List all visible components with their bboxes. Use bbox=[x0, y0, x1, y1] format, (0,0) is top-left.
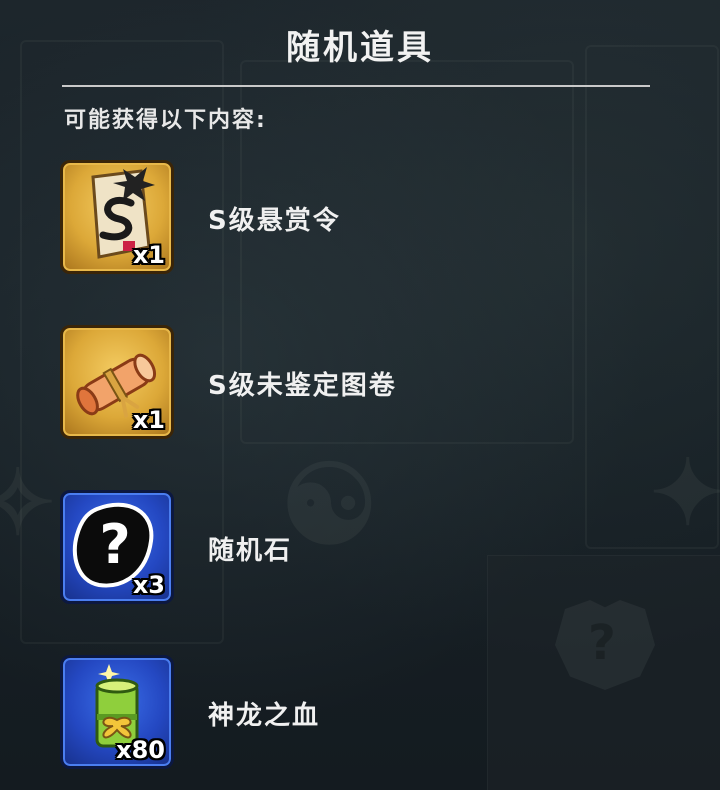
intro-text: 可能获得以下内容: bbox=[64, 108, 267, 133]
reward-item: x1 S级未鉴定图卷 bbox=[60, 325, 620, 443]
reward-item: ? x3 随机石 bbox=[60, 490, 620, 608]
item-name: 随机石 bbox=[208, 536, 293, 566]
dialog-title: 随机道具 bbox=[286, 28, 434, 68]
item-name: 神龙之血 bbox=[208, 701, 321, 731]
item-icon-frame[interactable]: x1 bbox=[60, 325, 174, 439]
background-glyph: ✧ bbox=[0, 450, 56, 556]
item-icon-frame[interactable]: ? x3 bbox=[60, 490, 174, 604]
item-name: S级悬赏令 bbox=[208, 206, 341, 236]
item-icon-frame[interactable]: x80 bbox=[60, 655, 174, 769]
item-name: S级未鉴定图卷 bbox=[208, 371, 397, 401]
item-quantity: x1 bbox=[132, 241, 165, 269]
title-divider bbox=[62, 85, 650, 87]
item-quantity: x3 bbox=[132, 571, 165, 599]
reward-item: x80 神龙之血 bbox=[60, 655, 620, 773]
item-quantity: x1 bbox=[132, 406, 165, 434]
reward-item: x1 S级悬赏令 bbox=[60, 160, 620, 278]
game-screen: ☯ ✦ ✧ ? 随机道具 可能获得以下内容: x1 S级悬赏令 x1 S级未鉴定… bbox=[0, 0, 720, 790]
svg-text:?: ? bbox=[99, 513, 130, 576]
item-icon-frame[interactable]: x1 bbox=[60, 160, 174, 274]
item-quantity: x80 bbox=[116, 736, 165, 764]
background-glyph: ✦ bbox=[650, 440, 720, 546]
